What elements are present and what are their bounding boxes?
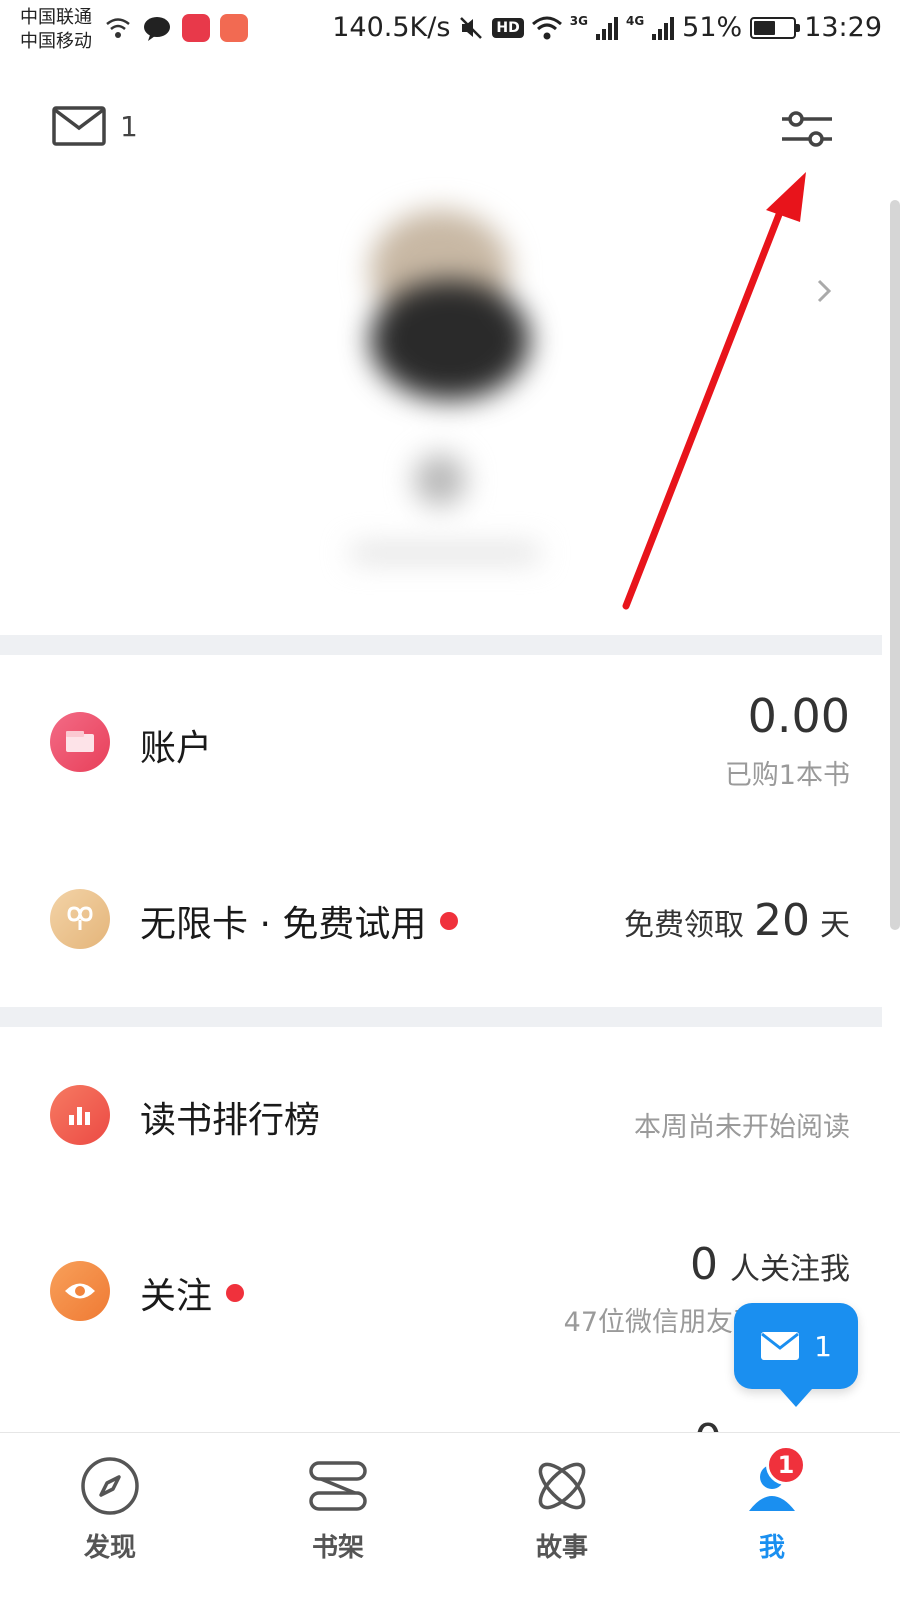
mail-icon xyxy=(761,1332,800,1360)
unlimited-card-row[interactable]: 无限卡 · 免费试用 免费领取 20 天 xyxy=(0,835,882,1007)
wallet-icon xyxy=(50,712,110,772)
chevron-right-icon xyxy=(817,279,832,303)
purchased-count: 已购1本书 xyxy=(724,760,850,791)
inbox-count: 1 xyxy=(120,109,138,143)
tab-me-label: 我 xyxy=(758,1533,785,1563)
wifi-calling-icon xyxy=(106,18,130,38)
notification-icons xyxy=(104,14,248,42)
tab-discover[interactable]: 发现 xyxy=(50,1455,170,1564)
avatar xyxy=(340,200,550,570)
tab-me[interactable]: 1 我 xyxy=(712,1445,832,1564)
net-4g-label: 4G xyxy=(625,13,645,28)
clock: 13:29 xyxy=(804,12,882,43)
follower-count: 0 xyxy=(690,1239,718,1290)
settings-button[interactable] xyxy=(780,104,834,154)
signal-icon-1 xyxy=(595,16,618,40)
reading-ranking-row[interactable]: 读书排行榜 本周尚未开始阅读 xyxy=(0,1027,882,1207)
unlimited-card-label-wrap: 无限卡 · 免费试用 xyxy=(140,895,459,947)
reading-ranking-label: 读书排行榜 xyxy=(140,1100,321,1141)
infinity-card-icon xyxy=(50,889,110,949)
bookshelf-icon xyxy=(309,1461,367,1511)
carrier-2: 中国移动 xyxy=(20,31,92,52)
wechat-icon xyxy=(144,17,170,41)
jd-app-icon xyxy=(220,14,248,42)
carrier-info: 中国联通 中国移动 xyxy=(20,6,92,54)
section-divider xyxy=(0,1007,882,1027)
eye-icon xyxy=(50,1261,110,1321)
system-status: 140.5K/s HD 3G 4G 51% 13:29 xyxy=(332,12,882,43)
profile-header: 1 xyxy=(0,80,900,180)
new-dot-badge xyxy=(226,1284,245,1302)
mail-icon xyxy=(52,106,106,146)
bar-chart-icon xyxy=(50,1085,110,1145)
tab-bookshelf[interactable]: 书架 xyxy=(278,1455,398,1564)
account-balance: 0.00 xyxy=(747,689,850,743)
unlimited-card-label: 无限卡 · 免费试用 xyxy=(140,904,427,945)
follower-unit: 人关注我 xyxy=(730,1252,850,1287)
account-row[interactable]: 账户 0.00 已购1本书 xyxy=(0,655,882,835)
inbox-button[interactable]: 1 xyxy=(52,106,138,146)
partial-row-number: 0 xyxy=(694,1415,722,1432)
tab-stories-label: 故事 xyxy=(535,1533,588,1563)
days-unit: 天 xyxy=(820,908,850,943)
follow-label-wrap: 关注 xyxy=(140,1267,245,1319)
tab-discover-label: 发现 xyxy=(83,1533,136,1563)
tab-bookshelf-label: 书架 xyxy=(311,1533,364,1563)
new-dot-badge xyxy=(440,912,459,930)
compass-icon xyxy=(81,1457,139,1515)
account-label: 账户 xyxy=(140,728,213,769)
bottom-tab-bar: 发现 书架 故事 1 我 xyxy=(0,1432,900,1600)
battery-icon xyxy=(750,16,801,39)
battery-percent: 51% xyxy=(682,12,743,43)
hd-badge: HD xyxy=(492,17,524,38)
net-3g-label: 3G xyxy=(569,13,588,28)
scrollbar[interactable] xyxy=(890,200,900,930)
floating-message-count: 1 xyxy=(814,1329,832,1363)
sliders-icon xyxy=(782,111,832,147)
network-speed: 140.5K/s xyxy=(332,12,451,43)
free-days: 20 xyxy=(754,895,810,946)
free-claim-label: 免费领取 xyxy=(624,908,744,943)
carrier-1: 中国联通 xyxy=(20,7,92,28)
ranking-status: 本周尚未开始阅读 xyxy=(634,1112,850,1143)
tab-stories[interactable]: 故事 xyxy=(502,1455,622,1564)
partial-row: 0 xyxy=(0,1407,882,1432)
tab-me-badge: 1 xyxy=(766,1445,806,1485)
mute-icon xyxy=(460,16,483,39)
section-divider xyxy=(0,635,882,655)
status-bar: 中国联通 中国移动 140.5K/s HD 3G 4G 51% 13:29 xyxy=(0,0,900,62)
profile-card[interactable] xyxy=(0,180,900,635)
floating-message-button[interactable]: 1 xyxy=(734,1303,858,1407)
signal-icon-2 xyxy=(652,16,675,40)
wifi-icon xyxy=(531,16,562,39)
follow-label: 关注 xyxy=(140,1276,213,1317)
netease-music-icon xyxy=(182,14,210,42)
atom-icon xyxy=(538,1462,586,1510)
